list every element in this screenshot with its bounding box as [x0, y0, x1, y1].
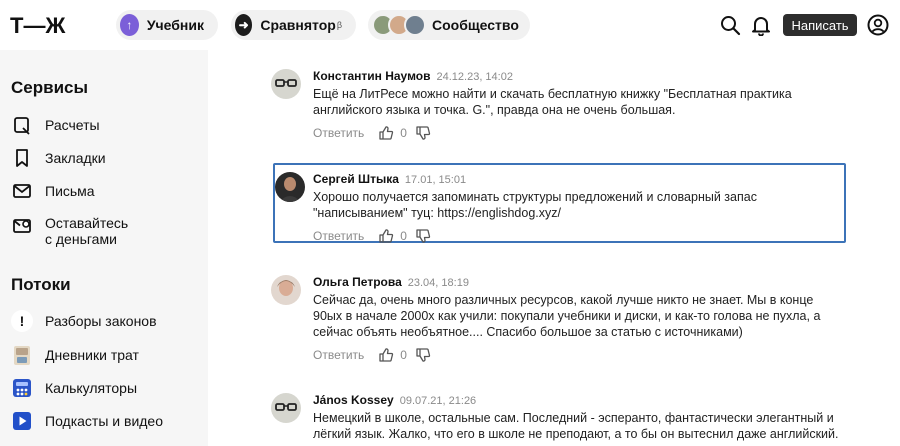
avatars-icon [372, 14, 426, 36]
comment-date[interactable]: 24.12.23, 14:02 [437, 71, 513, 83]
thumbs-up-icon[interactable] [378, 347, 394, 363]
thumbs-down-icon[interactable] [415, 125, 431, 141]
arrow-right-icon: ➜ [235, 14, 253, 36]
nav-textbook[interactable]: ↑ Учебник [116, 10, 218, 40]
avatar[interactable] [271, 275, 301, 305]
bookmark-icon [16, 149, 28, 167]
sidebar-item-laws[interactable]: ! Разборы законов [11, 310, 201, 332]
sidebar-item-bookmarks[interactable]: Закладки [11, 147, 201, 169]
comment: Ольга Петрова 23.04, 18:19 Сейчас да, оче… [271, 275, 846, 370]
search-icon[interactable] [719, 14, 741, 36]
sidebar-item-label: Расчеты [45, 117, 100, 133]
likes-count: 0 [400, 348, 407, 362]
comment-actions: Ответить 0 [313, 228, 431, 244]
avatar[interactable] [275, 172, 305, 202]
comment-meta: János Kossey 09.07.21, 21:26 [313, 393, 476, 407]
nav-community[interactable]: Сообщество [368, 10, 530, 40]
reply-button[interactable]: Ответить [313, 229, 364, 243]
thumbs-down-icon[interactable] [415, 347, 431, 363]
thumbs-down-icon[interactable] [415, 228, 431, 244]
mail-icon [13, 184, 31, 198]
comment-actions: Ответить 0 [313, 347, 431, 363]
comment-text: Немецкий в школе, остальные сам. Последн… [313, 411, 839, 441]
comment: Сергей Штыка 17.01, 15:01 Хорошо получает… [271, 172, 846, 244]
likes-count: 0 [400, 229, 407, 243]
beta-mark: β [336, 20, 342, 30]
label-line-1: Оставайтесь [45, 215, 129, 231]
sidebar-item-label: Закладки [45, 150, 106, 166]
services-title: Сервисы [11, 78, 88, 97]
comment-meta: Константин Наумов 24.12.23, 14:02 [313, 69, 513, 83]
money-mail-icon [13, 219, 31, 233]
comment-text: Ещё на ЛитРесе можно найти и скачать бес… [313, 87, 792, 117]
sidebar-item-label: Калькуляторы [45, 380, 138, 396]
nav-comparator-label: Сравнятор [260, 17, 336, 33]
comment-author[interactable]: János Kossey [313, 393, 394, 407]
bell-icon[interactable] [750, 14, 772, 36]
nav-textbook-label: Учебник [146, 17, 204, 33]
logo-text: Т—Ж [10, 13, 65, 37]
sidebar-item-label: Оставайтесь с деньгами [45, 215, 128, 247]
sidebar-item-label: Разборы законов [45, 313, 157, 329]
comment: János Kossey 09.07.21, 21:26 Немецкий в ш… [271, 393, 846, 446]
sidebar-item-podcasts[interactable]: Подкасты и видео [11, 410, 201, 432]
top-header: Т—Ж ↑ Учебник ➜ Сравнятор β Сообщество На… [0, 0, 900, 50]
likes-count: 0 [400, 126, 407, 140]
comment-author[interactable]: Ольга Петрова [313, 275, 402, 289]
nav-comparator[interactable]: ➜ Сравнятор β [231, 10, 356, 40]
streams-title: Потоки [11, 275, 71, 294]
calculator-icon [13, 379, 31, 397]
comment-date[interactable]: 09.07.21, 21:26 [400, 395, 476, 407]
comment-meta: Ольга Петрова 23.04, 18:19 [313, 275, 469, 289]
comment-meta: Сергей Штыка 17.01, 15:01 [313, 172, 466, 186]
calculation-icon [14, 117, 30, 135]
tj-logo[interactable]: Т—Ж [10, 13, 102, 37]
comment-text: Хорошо получается запоминать структуры п… [313, 190, 757, 220]
sidebar-item-label: Подкасты и видео [45, 413, 164, 429]
arrow-up-icon: ↑ [120, 14, 139, 36]
comment-author[interactable]: Константин Наумов [313, 69, 431, 83]
sidebar: Сервисы Расчеты Закладки Письма Оставайт… [0, 50, 208, 446]
sidebar-item-mail[interactable]: Письма [11, 180, 201, 202]
comment-actions: Ответить 0 [313, 125, 431, 141]
reply-button[interactable]: Ответить [313, 348, 364, 362]
avatar[interactable] [271, 393, 301, 423]
comment-author[interactable]: Сергей Штыка [313, 172, 399, 186]
diary-icon [14, 346, 30, 365]
profile-icon[interactable] [867, 14, 889, 36]
comment: Константин Наумов 24.12.23, 14:02 Ещё на … [271, 69, 846, 149]
thumbs-up-icon[interactable] [378, 125, 394, 141]
sidebar-item-label: Письма [45, 183, 95, 199]
reply-button[interactable]: Ответить [313, 126, 364, 140]
sidebar-item-label: Дневники трат [45, 347, 139, 363]
sidebar-item-calculators[interactable]: Калькуляторы [11, 377, 201, 399]
play-icon [13, 412, 31, 430]
thumbs-up-icon[interactable] [378, 228, 394, 244]
nav-community-label: Сообщество [432, 17, 519, 33]
sidebar-item-stay-with-money[interactable]: Оставайтесь с деньгами [11, 215, 201, 247]
write-button[interactable]: Написать [783, 14, 857, 36]
sidebar-item-calculations[interactable]: Расчеты [11, 114, 201, 136]
comment-text: Сейчас да, очень много различных ресурсо… [313, 293, 821, 339]
sidebar-item-diaries[interactable]: Дневники трат [11, 344, 201, 366]
comment-date[interactable]: 17.01, 15:01 [405, 174, 466, 186]
exclamation-icon: ! [11, 310, 33, 332]
comment-date[interactable]: 23.04, 18:19 [408, 277, 469, 289]
avatar[interactable] [271, 69, 301, 99]
label-line-2: с деньгами [45, 231, 117, 247]
